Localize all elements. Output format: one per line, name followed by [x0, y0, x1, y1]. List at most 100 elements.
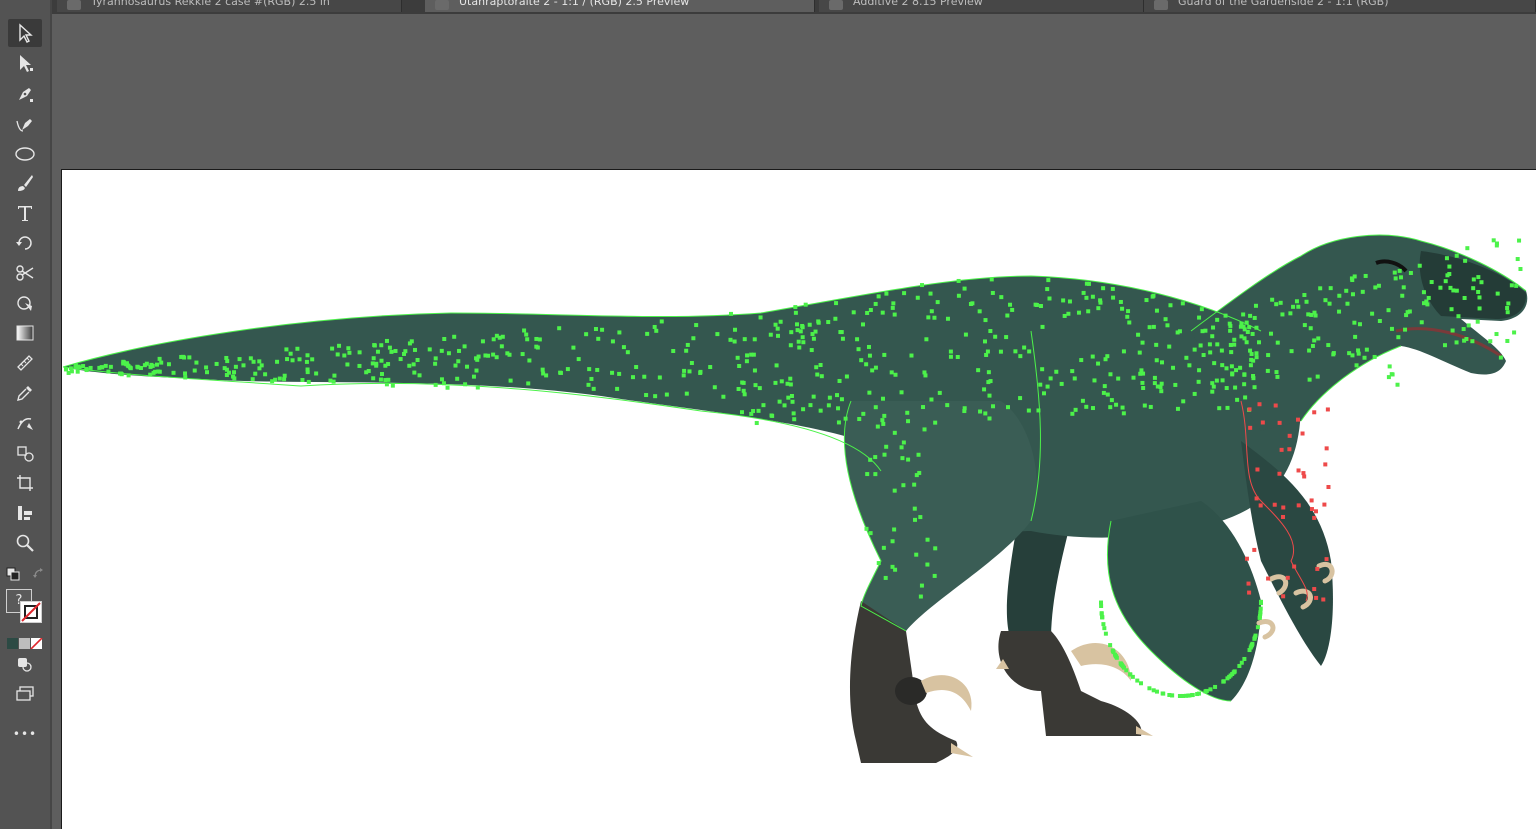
- anchor-point[interactable]: [1102, 384, 1107, 389]
- anchor-point[interactable]: [1265, 368, 1270, 373]
- anchor-point[interactable]: [346, 346, 351, 351]
- anchor-point[interactable]: [149, 362, 154, 367]
- measure-tool[interactable]: [8, 349, 42, 377]
- anchor-point[interactable]: [892, 312, 897, 317]
- anchor-point[interactable]: [453, 363, 458, 368]
- anchor-point[interactable]: [659, 319, 664, 324]
- anchor-point[interactable]: [332, 373, 337, 378]
- anchor-point[interactable]: [1099, 611, 1104, 616]
- anchor-point[interactable]: [914, 473, 919, 478]
- selection-tool[interactable]: [8, 19, 42, 47]
- anchor-point[interactable]: [1328, 286, 1333, 291]
- anchor-point[interactable]: [1429, 280, 1434, 285]
- anchor-point[interactable]: [1111, 649, 1116, 654]
- anchor-point[interactable]: [371, 356, 376, 361]
- anchor-point[interactable]: [342, 353, 347, 358]
- anchor-point[interactable]: [1272, 502, 1277, 507]
- anchor-point[interactable]: [1066, 311, 1071, 316]
- anchor-point[interactable]: [610, 370, 615, 375]
- anchor-point[interactable]: [357, 350, 362, 355]
- anchor-point[interactable]: [1242, 382, 1247, 387]
- anchor-point[interactable]: [1101, 622, 1106, 627]
- anchor-point[interactable]: [1316, 336, 1321, 341]
- zoom-tool[interactable]: [8, 529, 42, 557]
- anchor-point[interactable]: [742, 337, 747, 342]
- anchor-point[interactable]: [1137, 350, 1142, 355]
- anchor-point[interactable]: [1302, 293, 1307, 298]
- anchor-point[interactable]: [1326, 485, 1331, 490]
- anchor-point[interactable]: [1318, 286, 1323, 291]
- anchor-point[interactable]: [417, 373, 422, 378]
- anchor-point[interactable]: [192, 368, 197, 373]
- anchor-point[interactable]: [867, 390, 872, 395]
- anchor-point[interactable]: [314, 371, 319, 376]
- anchor-point[interactable]: [813, 329, 818, 334]
- anchor-point[interactable]: [1277, 420, 1282, 425]
- anchor-point[interactable]: [1167, 692, 1172, 697]
- anchor-point[interactable]: [769, 413, 774, 418]
- anchor-point[interactable]: [905, 410, 910, 415]
- anchor-point[interactable]: [1312, 515, 1317, 520]
- anchor-point[interactable]: [610, 339, 615, 344]
- anchor-point[interactable]: [1268, 331, 1273, 336]
- anchor-point[interactable]: [335, 352, 340, 357]
- anchor-point[interactable]: [1103, 357, 1108, 362]
- anchor-point[interactable]: [1514, 283, 1519, 288]
- anchor-point[interactable]: [1281, 505, 1286, 510]
- anchor-point[interactable]: [1100, 615, 1105, 620]
- anchor-point[interactable]: [1270, 297, 1275, 302]
- anchor-point[interactable]: [819, 374, 824, 379]
- anchor-point[interactable]: [790, 399, 795, 404]
- anchor-point[interactable]: [634, 365, 639, 370]
- anchor-point[interactable]: [1443, 279, 1448, 284]
- anchor-point[interactable]: [558, 370, 563, 375]
- anchor-point[interactable]: [1247, 407, 1252, 412]
- anchor-point[interactable]: [384, 382, 389, 387]
- anchor-point[interactable]: [520, 352, 525, 357]
- anchor-point[interactable]: [664, 392, 669, 397]
- anchor-point[interactable]: [1027, 349, 1032, 354]
- anchor-point[interactable]: [1081, 290, 1086, 295]
- anchor-point[interactable]: [1005, 313, 1010, 318]
- anchor-point[interactable]: [986, 370, 991, 375]
- anchor-point[interactable]: [1248, 425, 1253, 430]
- anchor-point[interactable]: [1389, 372, 1394, 377]
- anchor-point[interactable]: [773, 380, 778, 385]
- anchor-point[interactable]: [1494, 241, 1499, 246]
- anchor-point[interactable]: [1138, 371, 1143, 376]
- anchor-point[interactable]: [685, 342, 690, 347]
- anchor-point[interactable]: [1221, 679, 1226, 684]
- anchor-point[interactable]: [827, 395, 832, 400]
- anchor-point[interactable]: [1279, 447, 1284, 452]
- anchor-point[interactable]: [84, 367, 89, 372]
- anchor-point[interactable]: [642, 374, 647, 379]
- anchor-point[interactable]: [653, 394, 658, 399]
- anchor-point[interactable]: [1445, 273, 1450, 278]
- anchor-point[interactable]: [263, 372, 268, 377]
- anchor-point[interactable]: [906, 419, 911, 424]
- anchor-point[interactable]: [1228, 328, 1233, 333]
- anchor-point[interactable]: [1462, 338, 1467, 343]
- anchor-point[interactable]: [1315, 374, 1320, 379]
- anchor-point[interactable]: [1258, 503, 1263, 508]
- anchor-point[interactable]: [181, 354, 186, 359]
- anchor-point[interactable]: [779, 379, 784, 384]
- anchor-point[interactable]: [844, 374, 849, 379]
- anchor-point[interactable]: [782, 403, 787, 408]
- anchor-point[interactable]: [1140, 340, 1145, 345]
- anchor-point[interactable]: [75, 369, 80, 374]
- anchor-point[interactable]: [1198, 343, 1203, 348]
- anchor-point[interactable]: [1046, 278, 1051, 283]
- anchor-point[interactable]: [1246, 581, 1251, 586]
- anchor-point[interactable]: [1180, 301, 1185, 306]
- anchor-point[interactable]: [288, 351, 293, 356]
- anchor-point[interactable]: [906, 457, 911, 462]
- anchor-point[interactable]: [739, 410, 744, 415]
- anchor-point[interactable]: [1255, 467, 1260, 472]
- anchor-point[interactable]: [128, 366, 133, 371]
- color-mode-buttons[interactable]: [7, 634, 43, 650]
- anchor-point[interactable]: [372, 343, 377, 348]
- anchor-point[interactable]: [337, 343, 342, 348]
- anchor-point[interactable]: [788, 343, 793, 348]
- anchor-point[interactable]: [1404, 313, 1409, 318]
